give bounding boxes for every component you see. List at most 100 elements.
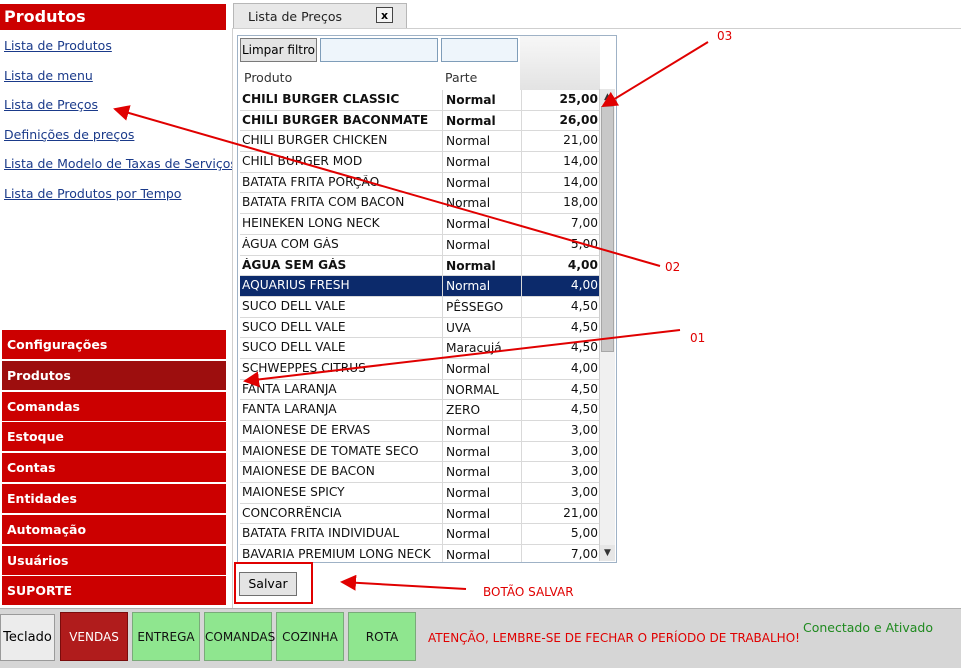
table-row[interactable]: BATATA FRITA INDIVIDUAL Normal 5,00 [240, 524, 600, 546]
column-divider [521, 214, 522, 235]
cell-parte: Normal [442, 276, 522, 297]
table-row[interactable]: BAVARIA PREMIUM LONG NECK Normal 7,00 [240, 545, 600, 562]
module-produtos[interactable]: Produtos [2, 360, 226, 390]
column-divider [521, 296, 522, 317]
table-row[interactable]: BATATA FRITA PORÇÃO Normal 14,00 [240, 172, 600, 194]
cell-produto: BATATA FRITA INDIVIDUAL [242, 526, 400, 541]
cell-preco[interactable]: 5,00 [571, 237, 598, 251]
cell-produto: ÁGUA SEM GÁS [242, 257, 347, 272]
link-produtos-por-tempo[interactable]: Lista de Produtos por Tempo [4, 185, 230, 215]
module-contas[interactable]: Contas [2, 453, 226, 483]
table-row[interactable]: HEINEKEN LONG NECK Normal 7,00 [240, 214, 600, 235]
cell-preco[interactable]: 5,00 [571, 526, 598, 540]
keyboard-button[interactable]: Teclado [0, 614, 55, 661]
table-row[interactable]: ÁGUA SEM GÁS Normal 4,00 [240, 255, 600, 277]
table-row[interactable]: SUCO DELL VALE Maracujá 4,50 [240, 338, 600, 359]
filter-produto-input[interactable] [320, 38, 438, 62]
cell-preco[interactable]: 4,00 [571, 361, 598, 375]
cell-preco[interactable]: 3,00 [571, 444, 598, 458]
scroll-thumb[interactable] [601, 106, 614, 352]
cell-parte: ZERO [442, 400, 522, 421]
nav-vendas-button[interactable]: VENDAS [60, 612, 128, 661]
column-header-parte[interactable]: Parte [445, 70, 477, 85]
cell-preco[interactable]: 4,50 [571, 382, 598, 396]
link-lista-de-produtos[interactable]: Lista de Produtos [4, 37, 230, 67]
scroll-up-arrow-icon[interactable]: ▲ [600, 89, 615, 105]
cell-preco[interactable]: 7,00 [571, 547, 598, 561]
table-row[interactable]: CHILI BURGER MOD Normal 14,00 [240, 152, 600, 173]
filter-parte-input[interactable] [441, 38, 518, 62]
clear-filter-button[interactable]: Limpar filtro [240, 38, 317, 62]
cell-parte: Normal [442, 234, 522, 255]
save-button[interactable]: Salvar [239, 572, 297, 596]
cell-preco[interactable]: 18,00 [563, 195, 598, 209]
cell-produto: BATATA FRITA PORÇÃO [242, 174, 380, 189]
tab-lista-de-precos[interactable]: Lista de Preços x [233, 3, 407, 28]
cell-preco[interactable]: 3,00 [571, 464, 598, 478]
module-entidades[interactable]: Entidades [2, 483, 226, 513]
cell-preco[interactable]: 14,00 [563, 175, 598, 189]
cell-produto: SUCO DELL VALE [242, 340, 346, 355]
table-row[interactable]: AQUARIUS FRESH Normal 4,00 [240, 276, 600, 297]
table-row[interactable]: SCHWEPPES CITRUS Normal 4,00 [240, 358, 600, 380]
module-usuarios[interactable]: Usuários [2, 545, 226, 575]
cell-preco[interactable]: 4,50 [571, 340, 598, 354]
cell-preco[interactable]: 26,00 [559, 113, 598, 127]
table-row[interactable]: CHILI BURGER CLASSIC Normal 25,00 [240, 90, 600, 111]
cell-preco[interactable]: 3,00 [571, 423, 598, 437]
column-header-produto[interactable]: Produto [244, 70, 292, 85]
cell-preco[interactable]: 21,00 [563, 506, 598, 520]
table-row[interactable]: FANTA LARANJA ZERO 4,50 [240, 400, 600, 421]
cell-preco[interactable]: 4,00 [568, 258, 598, 272]
column-divider [521, 90, 522, 110]
cell-preco[interactable]: 25,00 [559, 92, 598, 106]
tab-close-button[interactable]: x [376, 7, 393, 23]
nav-cozinha-button[interactable]: COZINHA [276, 612, 344, 661]
table-row[interactable]: SUCO DELL VALE UVA 4,50 [240, 317, 600, 339]
module-comandas[interactable]: Comandas [2, 391, 226, 421]
scroll-down-arrow-icon[interactable]: ▼ [600, 545, 615, 561]
sidebar-links: Lista de Produtos Lista de menu Lista de… [4, 37, 237, 215]
annotation-02: 02 [665, 260, 681, 274]
table-row[interactable]: FANTA LARANJA NORMAL 4,50 [240, 379, 600, 401]
nav-rota-button[interactable]: ROTA [348, 612, 416, 661]
table-row[interactable]: CHILI BURGER CHICKEN Normal 21,00 [240, 131, 600, 153]
table-row[interactable]: BATATA FRITA COM BACON Normal 18,00 [240, 193, 600, 215]
cell-produto: MAIONESE DE ERVAS [242, 423, 371, 437]
column-divider [521, 379, 522, 400]
cell-preco[interactable]: 3,00 [571, 485, 598, 499]
module-automacao[interactable]: Automação [2, 514, 226, 544]
module-estoque[interactable]: Estoque [2, 422, 226, 452]
table-row[interactable]: ÁGUA COM GÁS Normal 5,00 [240, 234, 600, 256]
cell-preco[interactable]: 7,00 [571, 216, 598, 230]
cell-preco[interactable]: 4,50 [571, 299, 598, 313]
table-row[interactable]: SUCO DELL VALE PÊSSEGO 4,50 [240, 296, 600, 318]
bottom-bar: Teclado VENDAS ENTREGA COMANDAS COZINHA … [0, 608, 961, 668]
table-row[interactable]: CHILI BURGER BACONMATE Normal 26,00 [240, 110, 600, 132]
table-row[interactable]: MAIONESE DE TOMATE SECO Normal 3,00 [240, 441, 600, 463]
cell-produto: SUCO DELL VALE [242, 298, 346, 313]
grid-scrollbar[interactable]: ▲ ▼ [599, 89, 615, 561]
link-lista-de-precos[interactable]: Lista de Preços [4, 96, 230, 126]
table-row[interactable]: MAIONESE SPICY Normal 3,00 [240, 483, 600, 504]
cell-preco[interactable]: 4,50 [571, 402, 598, 416]
grid-header: Produto Parte [240, 66, 600, 90]
link-modelo-taxas-servicos[interactable]: Lista de Modelo de Taxas de Serviços [4, 155, 237, 185]
link-definicoes-de-precos[interactable]: Definições de preços [4, 126, 230, 156]
cell-preco[interactable]: 4,00 [570, 278, 598, 293]
link-lista-de-menu[interactable]: Lista de menu [4, 67, 230, 97]
table-row[interactable]: MAIONESE DE ERVAS Normal 3,00 [240, 421, 600, 442]
cell-preco[interactable]: 21,00 [563, 133, 598, 147]
module-suporte[interactable]: SUPORTE [2, 576, 226, 606]
column-divider [521, 172, 522, 193]
table-row[interactable]: MAIONESE DE BACON Normal 3,00 [240, 462, 600, 484]
cell-parte: Normal [442, 358, 522, 379]
cell-preco[interactable]: 14,00 [563, 154, 598, 168]
cell-preco[interactable]: 4,50 [571, 320, 598, 334]
nav-comandas-button[interactable]: COMANDAS [204, 612, 275, 661]
column-divider [521, 358, 522, 379]
module-configuracoes[interactable]: Configurações [2, 330, 226, 359]
nav-entrega-button[interactable]: ENTREGA [132, 612, 200, 661]
annotation-save-note: BOTÃO SALVAR [483, 585, 574, 599]
table-row[interactable]: CONCORRÊNCIA Normal 21,00 [240, 503, 600, 525]
